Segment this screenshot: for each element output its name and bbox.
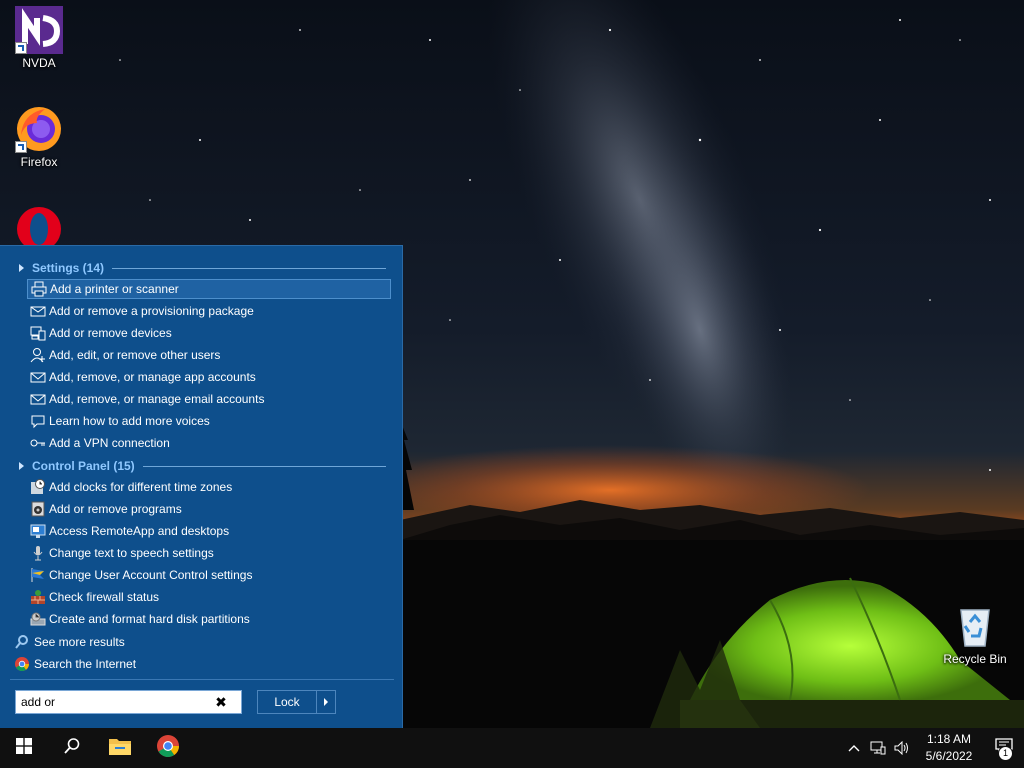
- show-hidden-icons-chevron-up-icon[interactable]: [842, 728, 866, 768]
- mail-icon: [30, 369, 46, 385]
- result-label: Access RemoteApp and desktops: [49, 524, 230, 538]
- desktop-icon-nvda[interactable]: NVDA: [1, 6, 77, 70]
- devices-icon: [30, 325, 46, 341]
- start-icon: [16, 737, 32, 759]
- file-explorer-button[interactable]: [96, 728, 144, 768]
- result-label: Learn how to add more voices: [49, 414, 210, 428]
- volume-icon[interactable]: [890, 728, 914, 768]
- disk-management-icon: [30, 611, 46, 627]
- search-icon: [14, 634, 30, 650]
- chrome-taskbar-button[interactable]: [144, 728, 192, 768]
- result-text-to-speech[interactable]: Change text to speech settings: [27, 543, 391, 563]
- chrome-icon: [14, 656, 30, 672]
- desktop-icon-firefox[interactable]: Firefox: [1, 105, 77, 169]
- result-label: Add a printer or scanner: [50, 282, 179, 296]
- system-tray: 1:18 AM 5/6/2022 1: [842, 728, 1024, 768]
- desktop-icon-label: NVDA: [22, 56, 56, 70]
- divider: [112, 267, 386, 269]
- result-vpn-connection[interactable]: Add a VPN connection: [27, 433, 391, 453]
- start-menu: Settings (14) Add a printer or scanner A…: [0, 245, 403, 728]
- mail-icon: [30, 391, 46, 407]
- result-label: Add or remove a provisioning package: [49, 304, 254, 318]
- nvda-icon: [15, 6, 63, 54]
- result-clocks-time-zones[interactable]: Add clocks for different time zones: [27, 477, 391, 497]
- taskbar: 1:18 AM 5/6/2022 1: [0, 728, 1024, 768]
- clock-icon: [30, 479, 46, 495]
- chrome-icon: [156, 734, 180, 763]
- shortcut-arrow-icon: [15, 141, 27, 153]
- result-label: Add a VPN connection: [49, 436, 170, 450]
- result-label: Add or remove devices: [49, 326, 172, 340]
- see-more-results-link[interactable]: See more results: [14, 632, 125, 652]
- result-label: Add clocks for different time zones: [49, 480, 233, 494]
- microphone-icon: [30, 545, 46, 561]
- vpn-icon: [30, 435, 46, 451]
- desktop-icon-label: Firefox: [20, 155, 58, 169]
- see-more-label: See more results: [34, 635, 125, 649]
- group-header-label: Settings (14): [32, 261, 105, 275]
- desktop-icon-label: Recycle Bin: [943, 652, 1007, 666]
- start-button[interactable]: [0, 728, 48, 768]
- result-add-remove-programs[interactable]: Add or remove programs: [27, 499, 391, 519]
- clear-search-icon[interactable]: ✖: [211, 692, 231, 712]
- programs-icon: [30, 501, 46, 517]
- result-add-printer-or-scanner[interactable]: Add a printer or scanner: [27, 279, 391, 299]
- expand-triangle-icon: [19, 264, 24, 272]
- search-icon: [63, 737, 81, 760]
- action-center-button[interactable]: 1: [984, 728, 1024, 768]
- shortcut-arrow-icon: [15, 42, 27, 54]
- result-more-voices[interactable]: Learn how to add more voices: [27, 411, 391, 431]
- result-add-remove-devices[interactable]: Add or remove devices: [27, 323, 391, 343]
- lock-split-button: Lock: [257, 690, 336, 714]
- taskbar-clock[interactable]: 1:18 AM 5/6/2022: [920, 731, 978, 765]
- result-label: Add or remove programs: [49, 502, 182, 516]
- printer-icon: [31, 281, 47, 297]
- result-firewall-status[interactable]: Check firewall status: [27, 587, 391, 607]
- result-label: Add, remove, or manage app accounts: [49, 370, 256, 384]
- search-internet-link[interactable]: Search the Internet: [14, 654, 136, 674]
- result-label: Change text to speech settings: [49, 546, 214, 560]
- group-header-settings[interactable]: Settings (14): [16, 259, 386, 277]
- result-app-accounts[interactable]: Add, remove, or manage app accounts: [27, 367, 391, 387]
- package-icon: [30, 303, 46, 319]
- firewall-icon: [30, 589, 46, 605]
- search-internet-label: Search the Internet: [34, 657, 137, 671]
- result-label: Add, edit, or remove other users: [49, 348, 221, 362]
- taskbar-search-button[interactable]: [48, 728, 96, 768]
- desktop-icon-recycle-bin[interactable]: Recycle Bin: [937, 602, 1013, 666]
- user-icon: [30, 347, 46, 363]
- recycle-bin-icon: [951, 602, 999, 650]
- start-search-input[interactable]: [16, 692, 211, 712]
- clock-time: 1:18 AM: [926, 732, 972, 746]
- result-label: Change User Account Control settings: [49, 568, 253, 582]
- result-disk-partitions[interactable]: Create and format hard disk partitions: [27, 609, 391, 629]
- divider: [10, 679, 394, 680]
- remoteapp-icon: [30, 523, 46, 539]
- lock-button[interactable]: Lock: [258, 691, 317, 713]
- speech-icon: [30, 413, 46, 429]
- result-email-accounts[interactable]: Add, remove, or manage email accounts: [27, 389, 391, 409]
- result-other-users[interactable]: Add, edit, or remove other users: [27, 345, 391, 365]
- file-explorer-icon: [108, 736, 132, 761]
- group-header-label: Control Panel (15): [32, 459, 135, 473]
- result-label: Check firewall status: [49, 590, 160, 604]
- start-search-box[interactable]: ✖: [15, 690, 242, 714]
- lock-options-arrow-icon[interactable]: [317, 691, 335, 713]
- clock-date: 5/6/2022: [925, 749, 973, 763]
- result-remoteapp-desktops[interactable]: Access RemoteApp and desktops: [27, 521, 391, 541]
- result-uac-settings[interactable]: Change User Account Control settings: [27, 565, 391, 585]
- divider: [142, 465, 386, 467]
- network-icon[interactable]: [866, 728, 890, 768]
- result-provisioning-package[interactable]: Add or remove a provisioning package: [27, 301, 391, 321]
- notification-count-badge: 1: [998, 746, 1013, 761]
- firefox-icon: [15, 105, 63, 153]
- expand-triangle-icon: [19, 462, 24, 470]
- result-label: Create and format hard disk partitions: [49, 612, 250, 626]
- result-label: Add, remove, or manage email accounts: [49, 392, 265, 406]
- uac-flag-icon: [30, 567, 46, 583]
- group-header-control-panel[interactable]: Control Panel (15): [16, 457, 386, 475]
